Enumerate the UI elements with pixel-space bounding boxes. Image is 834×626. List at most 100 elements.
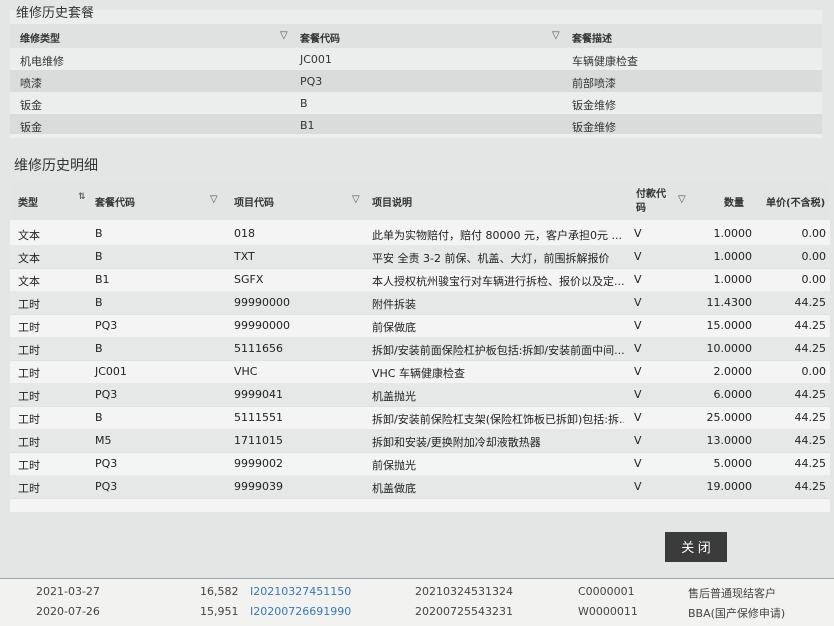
cell-pay-code: V bbox=[634, 434, 642, 447]
cell-item-desc: 前保抛光 bbox=[372, 459, 416, 472]
cell-quantity: 25.0000 bbox=[706, 411, 753, 424]
details-section-title: 维修历史明细 bbox=[14, 158, 98, 174]
cell-item-code: 9999039 bbox=[234, 480, 283, 493]
cell-item-code: 9999002 bbox=[234, 457, 283, 470]
cell-package-code: B bbox=[95, 342, 103, 355]
table-row[interactable]: 工时 PQ3 99990000 前保做底 V 15.0000 44.25 bbox=[10, 314, 830, 338]
filter-icon[interactable]: ▽ bbox=[352, 194, 360, 205]
cell-type: 文本 bbox=[18, 252, 40, 265]
bg-amount: 15,951 bbox=[200, 605, 239, 618]
bg-order: 20200725543231 bbox=[415, 605, 513, 618]
cell-item-desc: 拆卸/安装前面保险杠护板包括:拆卸/安装前面中间... bbox=[372, 344, 624, 357]
bg-customer: BBA(国产保修申请) bbox=[688, 607, 786, 620]
cell-item-code: 5111551 bbox=[234, 411, 283, 424]
table-row[interactable]: 机电维修 JC001 车辆健康检查 bbox=[10, 48, 822, 70]
table-row[interactable]: 喷漆 PQ3 前部喷漆 bbox=[10, 70, 822, 92]
cell-type: 工时 bbox=[18, 298, 40, 311]
cell-unit-price: 44.25 bbox=[794, 388, 827, 401]
column-header: 套餐描述 bbox=[572, 34, 612, 45]
background-row[interactable]: 2021-03-27 16,582 I20210327451150 202103… bbox=[0, 582, 834, 602]
table-row[interactable]: 钣金 B1 钣金维修 bbox=[10, 114, 822, 134]
cell-code: PQ3 bbox=[300, 75, 323, 88]
cell-item-desc: 拆卸/安装前保险杠支架(保险杠饰板已拆卸)包括:拆... bbox=[372, 413, 624, 426]
cell-code: B1 bbox=[300, 119, 315, 132]
cell-item-code: 99990000 bbox=[234, 319, 290, 332]
cell-package-code: PQ3 bbox=[95, 480, 118, 493]
table-row[interactable]: 钣金 B 钣金维修 bbox=[10, 92, 822, 114]
cell-type: 机电维修 bbox=[20, 55, 64, 68]
cell-unit-price: 44.25 bbox=[794, 411, 827, 424]
cell-item-desc: 拆卸和安装/更换附加冷却液散热器 bbox=[372, 436, 541, 449]
cell-type: 钣金 bbox=[20, 99, 42, 112]
sort-icon[interactable]: ⇅ bbox=[78, 192, 86, 202]
cell-package-code: M5 bbox=[95, 434, 112, 447]
cell-desc: 钣金维修 bbox=[572, 121, 616, 134]
cell-package-code: PQ3 bbox=[95, 388, 118, 401]
cell-quantity: 2.0000 bbox=[713, 365, 753, 378]
table-row[interactable]: 工时 B 5111551 拆卸/安装前保险杠支架(保险杠饰板已拆卸)包括:拆... V 2… bbox=[10, 406, 830, 430]
cell-package-code: B bbox=[95, 227, 103, 240]
cell-type: 钣金 bbox=[20, 121, 42, 134]
packages-section-title: 维修历史套餐 bbox=[16, 6, 95, 21]
close-button[interactable]: 关 闭 bbox=[665, 532, 727, 562]
cell-item-desc: 附件拆装 bbox=[372, 298, 416, 311]
details-table-header: 类型 ⇅ 套餐代码 ▽ 项目代码 ▽ 项目说明 付款代码 ▽ 数量 单价(不含税… bbox=[10, 180, 830, 220]
cell-item-desc: 前保做底 bbox=[372, 321, 416, 334]
cell-quantity: 1.0000 bbox=[713, 273, 753, 286]
cell-type: 工时 bbox=[18, 413, 40, 426]
cell-package-code: B1 bbox=[95, 273, 110, 286]
column-header: 数量 bbox=[724, 198, 744, 209]
table-row[interactable]: 文本 B 018 此单为实物赔付，赔付 80000 元，客户承担0元 ... V 1.00… bbox=[10, 222, 830, 246]
table-row[interactable]: 工时 PQ3 9999002 前保抛光 V 5.0000 44.25 bbox=[10, 452, 830, 476]
cell-package-code: PQ3 bbox=[95, 457, 118, 470]
column-header: 套餐代码 bbox=[95, 198, 135, 209]
cell-unit-price: 0.00 bbox=[801, 365, 827, 378]
bg-invoice-link[interactable]: I20210327451150 bbox=[250, 585, 351, 598]
column-header: 套餐代码 bbox=[300, 34, 340, 45]
cell-type: 工时 bbox=[18, 436, 40, 449]
cell-desc: 钣金维修 bbox=[572, 99, 616, 112]
cell-pay-code: V bbox=[634, 273, 642, 286]
filter-icon[interactable]: ▽ bbox=[280, 30, 288, 41]
filter-icon[interactable]: ▽ bbox=[552, 30, 560, 41]
cell-desc: 车辆健康检查 bbox=[572, 55, 638, 68]
column-header: 项目说明 bbox=[372, 198, 412, 209]
background-row[interactable]: 2020-07-26 15,951 I20200726691990 202007… bbox=[0, 602, 834, 622]
table-row[interactable]: 工时 B 5111656 拆卸/安装前面保险杠护板包括:拆卸/安装前面中间... V 10… bbox=[10, 337, 830, 361]
cell-unit-price: 44.25 bbox=[794, 319, 827, 332]
bg-code: W0000011 bbox=[578, 605, 638, 618]
filter-icon[interactable]: ▽ bbox=[210, 194, 218, 205]
table-row[interactable]: 工时 JC001 VHC VHC 车辆健康检查 V 2.0000 0.00 bbox=[10, 360, 830, 384]
bg-invoice-link[interactable]: I20200726691990 bbox=[250, 605, 351, 618]
cell-item-code: 018 bbox=[234, 227, 255, 240]
cell-pay-code: V bbox=[634, 296, 642, 309]
cell-type: 工时 bbox=[18, 367, 40, 380]
bg-code: C0000001 bbox=[578, 585, 635, 598]
table-row[interactable]: 文本 B TXT 平安 全责 3-2 前保、机盖、大灯，前围拆解报价 V 1.0000 0.… bbox=[10, 245, 830, 269]
filter-icon[interactable]: ▽ bbox=[678, 194, 686, 205]
cell-quantity: 6.0000 bbox=[713, 388, 753, 401]
cell-unit-price: 0.00 bbox=[801, 273, 827, 286]
cell-item-desc: VHC 车辆健康检查 bbox=[372, 367, 465, 380]
cell-type: 工时 bbox=[18, 321, 40, 334]
bg-date: 2020-07-26 bbox=[36, 605, 100, 618]
cell-package-code: B bbox=[95, 250, 103, 263]
column-header: 单价(不含税) bbox=[766, 198, 826, 209]
cell-item-desc: 机盖抛光 bbox=[372, 390, 416, 403]
cell-quantity: 5.0000 bbox=[713, 457, 753, 470]
table-row[interactable]: 工时 B 99990000 附件拆装 V 11.4300 44.25 bbox=[10, 291, 830, 315]
cell-pay-code: V bbox=[634, 319, 642, 332]
cell-item-code: SGFX bbox=[234, 273, 264, 286]
cell-unit-price: 44.25 bbox=[794, 434, 827, 447]
history-details-table: 类型 ⇅ 套餐代码 ▽ 项目代码 ▽ 项目说明 付款代码 ▽ 数量 单价(不含税… bbox=[10, 180, 830, 512]
table-row[interactable]: 工时 PQ3 9999041 机盖抛光 V 6.0000 44.25 bbox=[10, 383, 830, 407]
cell-item-code: TXT bbox=[234, 250, 255, 263]
cell-pay-code: V bbox=[634, 411, 642, 424]
cell-item-desc: 此单为实物赔付，赔付 80000 元，客户承担0元 ... bbox=[372, 229, 622, 242]
bg-amount: 16,582 bbox=[200, 585, 239, 598]
cell-unit-price: 0.00 bbox=[801, 227, 827, 240]
cell-quantity: 10.0000 bbox=[706, 342, 753, 355]
table-row[interactable]: 文本 B1 SGFX 本人授权杭州骏宝行对车辆进行拆检、报价以及定... V 1.0000… bbox=[10, 268, 830, 292]
table-row[interactable]: 工时 PQ3 9999039 机盖做底 V 19.0000 44.25 bbox=[10, 475, 830, 499]
table-row[interactable]: 工时 M5 1711015 拆卸和安装/更换附加冷却液散热器 V 13.0000 44.25 bbox=[10, 429, 830, 453]
